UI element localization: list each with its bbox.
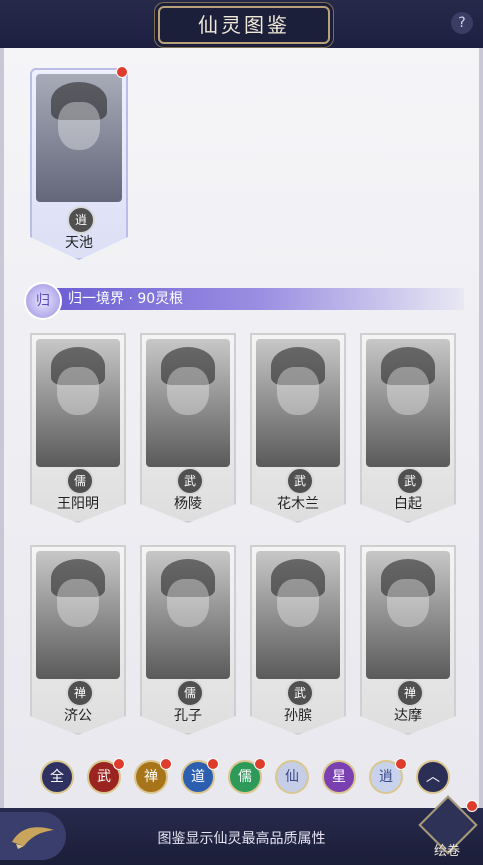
hero-portrait (36, 74, 122, 202)
character-card[interactable]: 儒王阳明 (30, 333, 126, 523)
character-portrait (146, 339, 230, 467)
help-icon[interactable]: ? (451, 12, 473, 34)
character-name: 白起 (394, 496, 422, 512)
character-card[interactable]: 禅济公 (30, 545, 126, 735)
alert-dot (395, 758, 407, 770)
realm-label: 归一境界 · 90灵根 (68, 291, 184, 307)
faction-badge: 儒 (66, 467, 94, 495)
character-card[interactable]: 武白起 (360, 333, 456, 523)
faction-badge: 武 (176, 467, 204, 495)
character-name: 杨陵 (174, 496, 202, 512)
face-shape (167, 579, 209, 628)
alert-dot (466, 800, 478, 812)
realm-header: 归 归一境界 · 90灵根 (24, 282, 464, 320)
character-card[interactable]: 武孙膑 (250, 545, 346, 735)
faction-badge: 禅 (66, 679, 94, 707)
category-filter-button[interactable]: 全 (40, 760, 74, 794)
faction-badge: 武 (286, 467, 314, 495)
category-filter-button[interactable]: 星 (322, 760, 356, 794)
face-shape (57, 579, 99, 628)
character-name: 济公 (64, 708, 92, 724)
footer-bar: 图鉴显示仙灵最高品质属性 绘卷 (0, 795, 483, 865)
faction-badge: 禅 (396, 679, 424, 707)
character-portrait (36, 339, 120, 467)
character-portrait (366, 339, 450, 467)
page-title: 仙灵图鉴 (158, 6, 330, 44)
faction-badge: 儒 (176, 679, 204, 707)
alert-dot (254, 758, 266, 770)
character-portrait (146, 551, 230, 679)
face-shape (277, 579, 319, 628)
faction-badge: 武 (396, 467, 424, 495)
character-portrait (256, 339, 340, 467)
collapse-button[interactable]: ︿ (416, 760, 450, 794)
face-shape (387, 579, 429, 628)
face-shape (58, 102, 100, 151)
footer-note: 图鉴显示仙灵最高品质属性 (157, 831, 326, 847)
character-card[interactable]: 武杨陵 (140, 333, 236, 523)
alert-dot (207, 758, 219, 770)
alert-dot (113, 758, 125, 770)
character-portrait (366, 551, 450, 679)
character-name: 达摩 (394, 708, 422, 724)
faction-badge: 武 (286, 679, 314, 707)
character-portrait (256, 551, 340, 679)
face-shape (167, 367, 209, 416)
face-shape (277, 367, 319, 416)
character-name: 孔子 (174, 708, 202, 724)
faction-badge: 逍 (67, 206, 95, 234)
alert-dot (116, 66, 128, 78)
scroll-label: 绘卷 (433, 844, 460, 859)
character-name: 王阳明 (57, 496, 99, 512)
character-portrait (36, 551, 120, 679)
category-filter-button[interactable]: 仙 (275, 760, 309, 794)
character-name: 花木兰 (277, 496, 319, 512)
featured-card[interactable]: 逍 天池 (30, 68, 128, 260)
top-bar: 仙灵图鉴 ? (0, 0, 483, 48)
face-shape (57, 367, 99, 416)
character-name: 孙膑 (284, 708, 312, 724)
alert-dot (160, 758, 172, 770)
character-card[interactable]: 儒孔子 (140, 545, 236, 735)
realm-emblem-icon: 归 (24, 282, 62, 320)
character-card[interactable]: 禅达摩 (360, 545, 456, 735)
face-shape (387, 367, 429, 416)
character-card[interactable]: 武花木兰 (250, 333, 346, 523)
